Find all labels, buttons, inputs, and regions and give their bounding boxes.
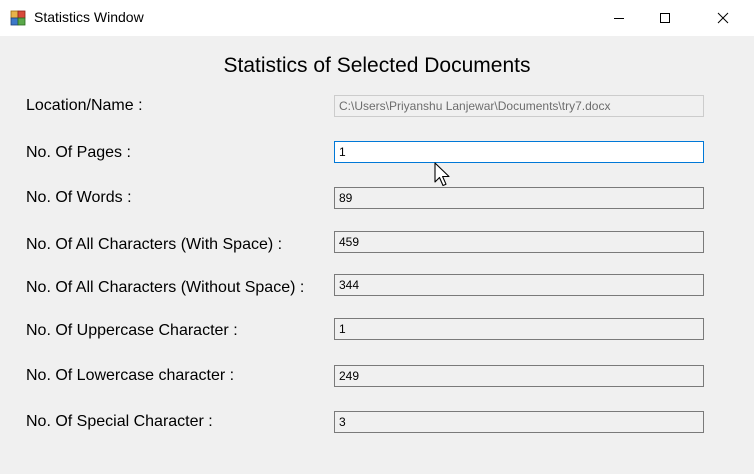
lowercase-field[interactable]: 249 — [334, 365, 704, 387]
lowercase-label: No. Of Lowercase character : — [26, 367, 235, 384]
chars-without-space-field[interactable]: 344 — [334, 274, 704, 296]
title-bar: Statistics Window — [0, 0, 754, 36]
pages-label: No. Of Pages : — [26, 144, 131, 161]
close-button[interactable] — [700, 0, 746, 36]
words-label: No. Of Words : — [26, 189, 132, 206]
minimize-button[interactable] — [596, 0, 642, 36]
chars-without-space-label: No. Of All Characters (Without Space) : — [26, 279, 305, 296]
location-name-label: Location/Name : — [26, 97, 143, 114]
special-char-label: No. Of Special Character : — [26, 413, 213, 430]
pages-field[interactable]: 1 — [334, 141, 704, 163]
page-title: Statistics of Selected Documents — [223, 54, 531, 77]
chars-with-space-field[interactable]: 459 — [334, 231, 704, 253]
uppercase-field[interactable]: 1 — [334, 318, 704, 340]
minimize-icon — [614, 18, 624, 19]
app-icon — [10, 10, 26, 26]
chars-with-space-label: No. Of All Characters (With Space) : — [26, 236, 283, 253]
close-icon — [717, 12, 729, 24]
words-field[interactable]: 89 — [334, 187, 704, 209]
maximize-button[interactable] — [642, 0, 688, 36]
mouse-pointer-icon — [434, 162, 450, 187]
maximize-icon — [660, 13, 670, 23]
uppercase-label: No. Of Uppercase Character : — [26, 322, 238, 339]
window-title: Statistics Window — [34, 9, 144, 25]
location-name-field[interactable]: C:\Users\Priyanshu Lanjewar\Documents\tr… — [334, 95, 704, 117]
special-char-field[interactable]: 3 — [334, 411, 704, 433]
